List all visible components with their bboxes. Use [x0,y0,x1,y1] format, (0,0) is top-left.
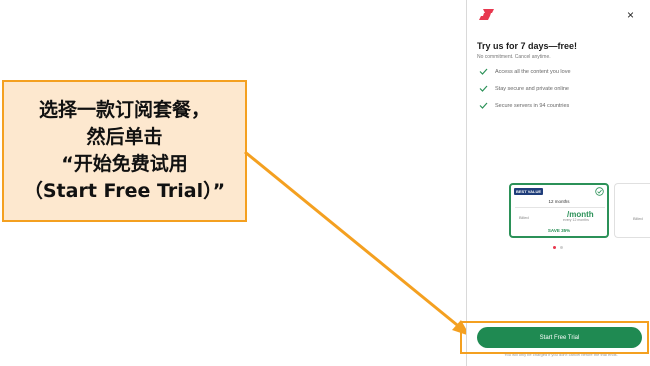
close-icon[interactable]: × [627,8,634,22]
plan-card-12-months[interactable]: BEST VALUE 12 months Billed /month every… [509,183,609,238]
plan-duration: 12 months [548,199,570,204]
best-value-badge: BEST VALUE [514,188,544,195]
feature-label: Stay secure and private online [495,85,569,92]
plan-price-row: Billed /month every 12 months [515,207,605,222]
carousel-dot-active[interactable] [553,246,556,249]
carousel-dot[interactable] [560,246,563,249]
trial-panel: × Try us for 7 days—free! No commitment.… [466,0,650,366]
plan-savings: SAVE 35% [547,228,571,233]
expressvpn-logo-icon [479,9,494,20]
feature-label: Access all the content you love [495,68,571,75]
panel-title: Try us for 7 days—free! [477,41,578,51]
feature-item: Stay secure and private online [479,85,569,92]
plan-card-next[interactable]: Billed [614,183,650,238]
check-icon [479,102,488,109]
feature-label: Secure servers in 94 countries [495,102,570,109]
start-free-trial-button[interactable]: Start Free Trial [477,327,642,348]
panel-subtitle: No commitment. Cancel anytime. [477,54,551,60]
fine-print: You will only be charged if you don't ca… [504,352,618,357]
plan-billed-label: Billed [519,215,529,220]
check-icon [479,68,488,75]
feature-item: Secure servers in 94 countries [479,102,569,109]
feature-item: Access all the content you love [479,68,571,75]
check-icon [479,85,488,92]
plan-billing-period: every 12 months [563,218,589,222]
plan-billed-label: Billed [633,216,643,221]
check-circle-icon [595,187,604,196]
